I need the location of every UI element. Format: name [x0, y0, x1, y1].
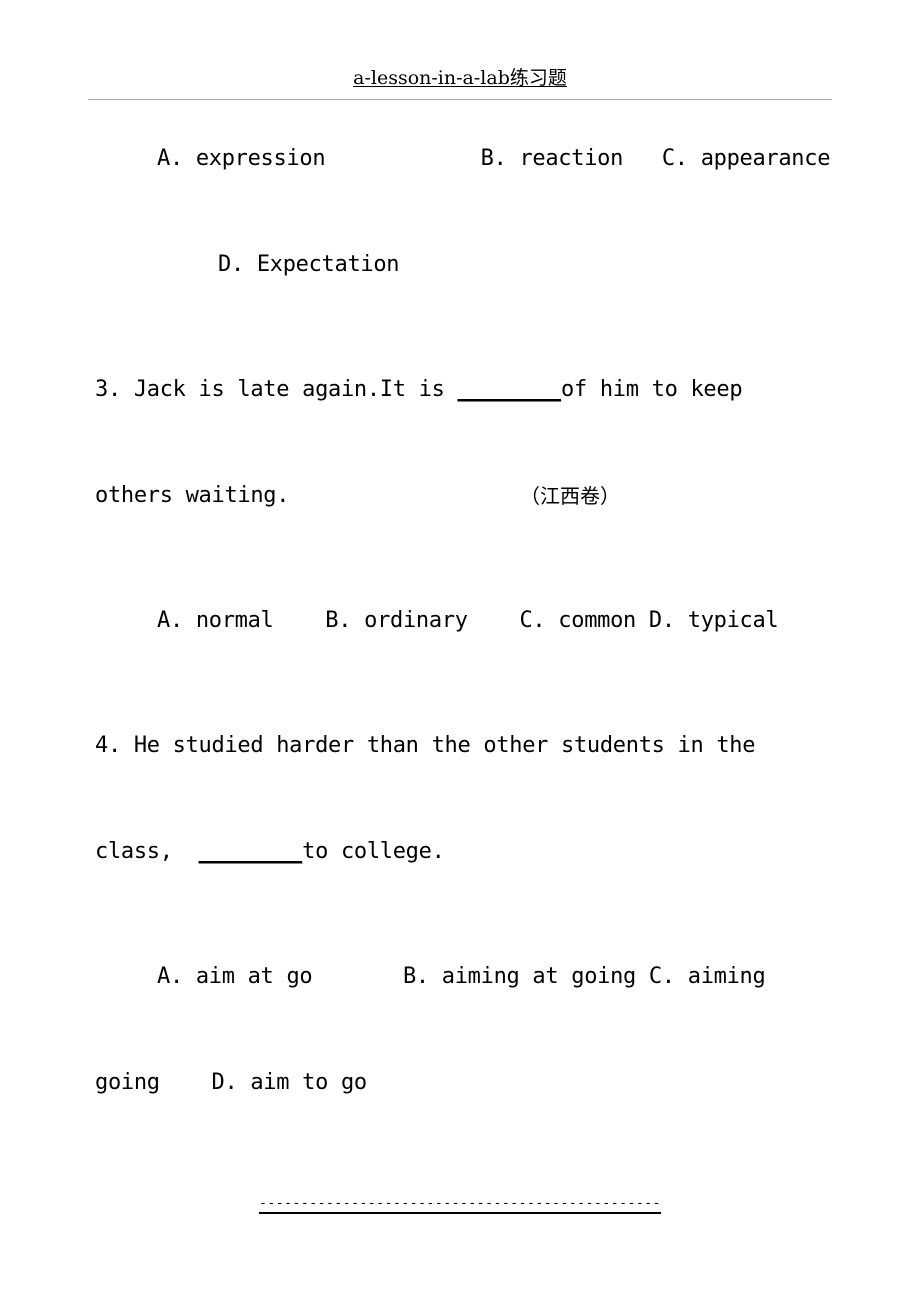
document-header: a-lesson-in-a-lab练习题	[0, 66, 920, 90]
question-3-stem-text-post: of him to keep	[561, 377, 743, 402]
question-4-stem-text-post: to college.	[302, 839, 445, 864]
question-3-stem-line-1: 3. Jack is late again.It is ________of h…	[95, 377, 743, 403]
page-title: a-lesson-in-a-lab练习题	[353, 67, 567, 89]
question-4-options-line-2: going D. aim to go	[95, 1070, 367, 1095]
document-page: a-lesson-in-a-lab练习题 A. expression B. re…	[0, 0, 920, 1308]
question-3-options: A. normal B. ordinary C. common D. typic…	[157, 608, 779, 633]
question-4-blank: ________	[198, 839, 303, 864]
footer-separator: ----------------------------------------…	[258, 1196, 662, 1211]
question-2-options-abc: A. expression B. reaction C. appearance	[157, 146, 831, 171]
question-3-blank: ________	[457, 377, 562, 402]
document-footer: ----------------------------------------…	[0, 1192, 920, 1213]
question-3-stem-line-2: others waiting.	[95, 483, 290, 508]
question-2-option-d: D. Expectation	[218, 252, 400, 277]
question-4-stem-line-2: class, ________to college.	[95, 839, 445, 865]
question-3-stem-text-pre: 3. Jack is late again.It is	[95, 377, 458, 402]
header-divider	[88, 99, 832, 100]
question-4-stem-text-pre: class,	[95, 839, 199, 864]
question-3-source-label: （江西卷）	[520, 484, 620, 508]
question-4-options-line-1: A. aim at go B. aiming at going C. aimin…	[157, 964, 766, 989]
question-4-stem-line-1: 4. He studied harder than the other stud…	[95, 733, 756, 758]
